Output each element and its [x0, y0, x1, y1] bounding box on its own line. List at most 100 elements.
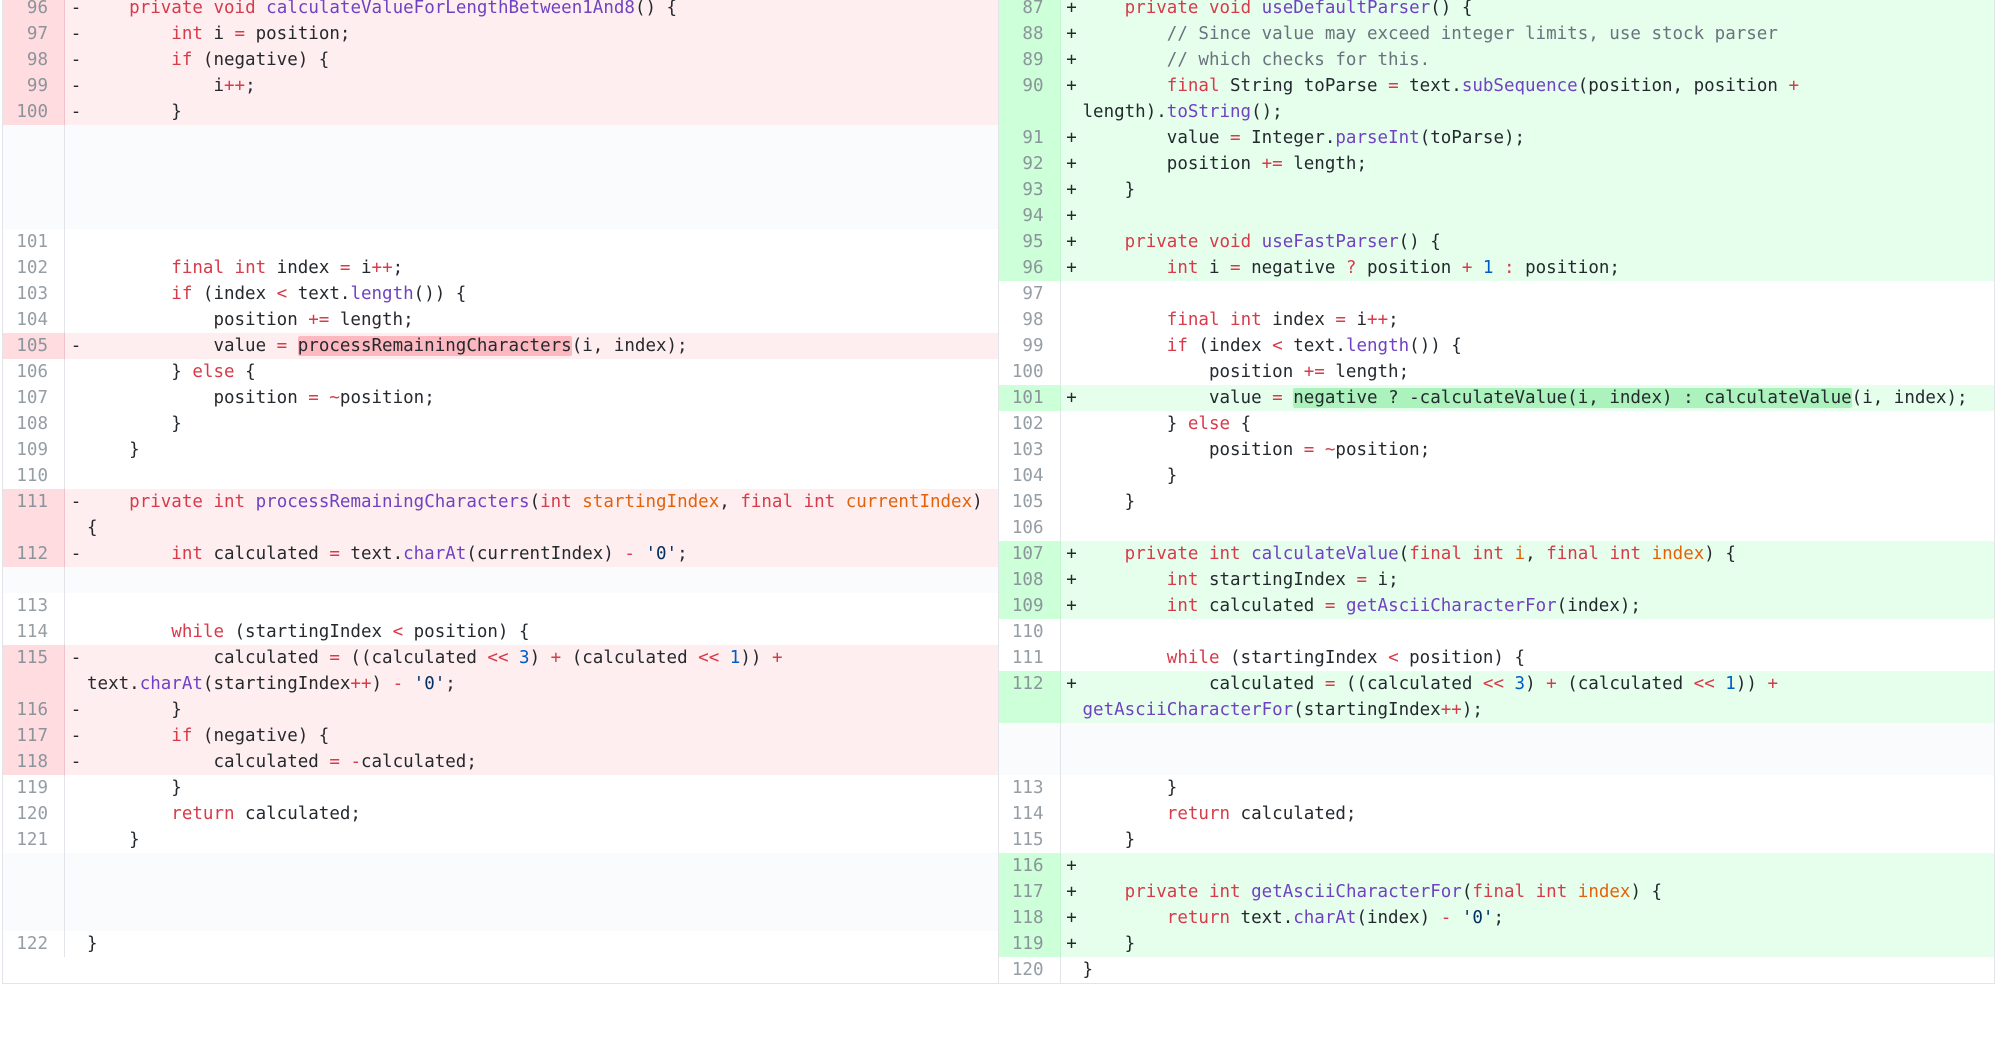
- param-token: index: [1651, 544, 1705, 564]
- line-number[interactable]: 111: [3, 489, 65, 541]
- line-number[interactable]: 111: [999, 645, 1061, 671]
- line-number[interactable]: 90: [998, 73, 1061, 125]
- keyword-token: int: [213, 492, 246, 512]
- code-line: final int index = i++;: [1166, 310, 1399, 330]
- keyword-token: int: [1609, 544, 1642, 564]
- keyword-token: return: [1166, 804, 1231, 824]
- diff-marker: [1061, 619, 1083, 645]
- line-number[interactable]: [3, 125, 65, 229]
- keyword-token: private: [129, 0, 203, 18]
- function-token: getAsciiCharacterFor: [1345, 596, 1557, 616]
- diff-line-added: 108 + int startingIndex = i;: [998, 567, 1994, 593]
- line-number[interactable]: 122: [3, 931, 65, 957]
- line-number[interactable]: 120: [999, 957, 1061, 983]
- line-number[interactable]: 103: [999, 437, 1061, 463]
- diff-marker: +: [1066, 674, 1077, 694]
- line-number[interactable]: 97: [3, 21, 65, 47]
- line-number[interactable]: 101: [3, 229, 65, 255]
- line-number[interactable]: 92: [998, 151, 1061, 177]
- diff-marker: [1061, 359, 1083, 385]
- line-number[interactable]: 103: [3, 281, 65, 307]
- line-number[interactable]: 95: [998, 229, 1061, 255]
- diff-line-removed: 99- i++;: [3, 73, 998, 99]
- code-line: i++;: [87, 76, 256, 96]
- line-number[interactable]: 89: [998, 47, 1061, 73]
- param-token: i: [1514, 544, 1526, 564]
- line-number[interactable]: 88: [998, 21, 1061, 47]
- line-number[interactable]: 118: [3, 749, 65, 775]
- line-number[interactable]: 112: [3, 541, 65, 567]
- line-number[interactable]: 107: [998, 541, 1061, 567]
- line-number[interactable]: [998, 723, 1061, 775]
- line-number[interactable]: 98: [999, 307, 1061, 333]
- line-number[interactable]: 96: [3, 0, 65, 21]
- line-number[interactable]: 104: [3, 307, 65, 333]
- function-token: length: [1345, 336, 1410, 356]
- line-number[interactable]: 108: [998, 567, 1061, 593]
- diff-marker: [1061, 515, 1083, 541]
- diff-marker: +: [1066, 596, 1077, 616]
- line-number[interactable]: 110: [999, 619, 1061, 645]
- line-number[interactable]: 93: [998, 177, 1061, 203]
- line-number[interactable]: 108: [3, 411, 65, 437]
- line-number[interactable]: 117: [998, 879, 1061, 905]
- line-number[interactable]: [3, 567, 65, 593]
- line-number[interactable]: 120: [3, 801, 65, 827]
- line-number[interactable]: 100: [3, 99, 65, 125]
- code-line: position = ~position;: [87, 388, 435, 408]
- line-number[interactable]: 101: [998, 385, 1061, 411]
- function-token: charAt: [403, 544, 467, 564]
- line-number[interactable]: 98: [3, 47, 65, 73]
- line-number[interactable]: 104: [999, 463, 1061, 489]
- line-number[interactable]: 112: [998, 671, 1061, 723]
- line-number[interactable]: 109: [3, 437, 65, 463]
- line-number[interactable]: 87: [998, 0, 1061, 21]
- diff-line-added: 93 + }: [998, 177, 1994, 203]
- keyword-token: +: [550, 648, 562, 668]
- line-number[interactable]: 102: [3, 255, 65, 281]
- line-number[interactable]: [3, 853, 65, 931]
- keyword-token: <: [1272, 336, 1283, 356]
- code-line: if (negative) {: [171, 50, 330, 70]
- line-number[interactable]: 97: [999, 281, 1061, 307]
- line-number[interactable]: 94: [998, 203, 1061, 229]
- code-line: private int calculateValue(final int i, …: [1124, 544, 1736, 564]
- line-number[interactable]: 114: [3, 619, 65, 645]
- line-number[interactable]: 116: [998, 853, 1061, 879]
- diff-line-context: 113: [3, 593, 998, 619]
- line-number[interactable]: 121: [3, 827, 65, 853]
- line-number[interactable]: 106: [3, 359, 65, 385]
- number-token: 3: [1514, 674, 1526, 694]
- line-number[interactable]: 117: [3, 723, 65, 749]
- line-number[interactable]: 109: [998, 593, 1061, 619]
- line-number[interactable]: 113: [3, 593, 65, 619]
- line-number[interactable]: 118: [998, 905, 1061, 931]
- function-token: toString: [1166, 102, 1252, 122]
- keyword-token: int: [171, 544, 203, 564]
- line-number[interactable]: 105: [999, 489, 1061, 515]
- line-number[interactable]: 114: [999, 801, 1061, 827]
- line-number[interactable]: 115: [3, 645, 65, 697]
- line-number[interactable]: 119: [998, 931, 1061, 957]
- line-number[interactable]: 119: [3, 775, 65, 801]
- line-number[interactable]: 99: [999, 333, 1061, 359]
- line-number[interactable]: 100: [999, 359, 1061, 385]
- line-number[interactable]: 96: [998, 255, 1061, 281]
- line-number[interactable]: 116: [3, 697, 65, 723]
- line-number[interactable]: 115: [999, 827, 1061, 853]
- diff-marker: [1061, 645, 1083, 671]
- line-number[interactable]: 99: [3, 73, 65, 99]
- line-number[interactable]: 110: [3, 463, 65, 489]
- line-number[interactable]: 106: [999, 515, 1061, 541]
- line-number[interactable]: 91: [998, 125, 1061, 151]
- diff-marker: [1061, 463, 1083, 489]
- line-number[interactable]: 107: [3, 385, 65, 411]
- diff-line-added: 112 + calculated = ((calculated << 3) + (…: [998, 671, 1994, 723]
- line-number[interactable]: 102: [999, 411, 1061, 437]
- keyword-token: =: [329, 544, 340, 564]
- line-number[interactable]: 113: [999, 775, 1061, 801]
- diff-marker: [65, 775, 87, 801]
- line-number[interactable]: 105: [3, 333, 65, 359]
